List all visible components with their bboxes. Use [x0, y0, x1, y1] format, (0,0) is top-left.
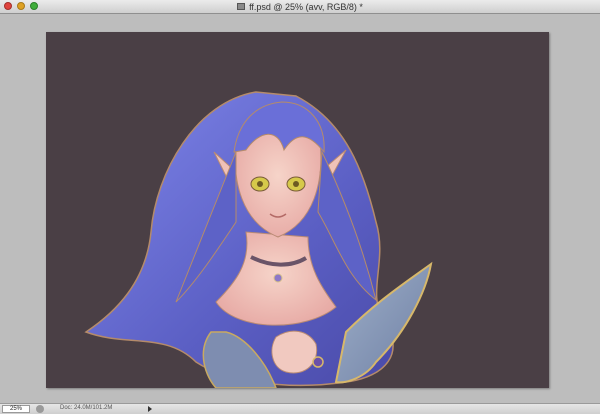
artwork: [84, 91, 433, 388]
workspace[interactable]: [0, 14, 600, 403]
document-size-info: Doc: 24.0M/101.2M: [60, 405, 113, 411]
bracelet-gem: [312, 356, 324, 368]
status-menu-arrow-icon[interactable]: [148, 406, 152, 412]
document-icon: [237, 3, 246, 10]
status-icon[interactable]: [36, 405, 44, 413]
window-title: ff.psd @ 25% (avv, RGB/8) *: [249, 1, 363, 12]
document-canvas[interactable]: [46, 32, 549, 388]
choker-gem: [273, 273, 283, 283]
status-bar: 25% Doc: 24.0M/101.2M: [0, 403, 600, 414]
hands: [271, 330, 318, 374]
zoom-level-field[interactable]: 25%: [2, 405, 30, 413]
window-title-area: ff.psd @ 25% (avv, RGB/8) *: [0, 0, 600, 13]
window-titlebar: ff.psd @ 25% (avv, RGB/8) *: [0, 0, 600, 14]
